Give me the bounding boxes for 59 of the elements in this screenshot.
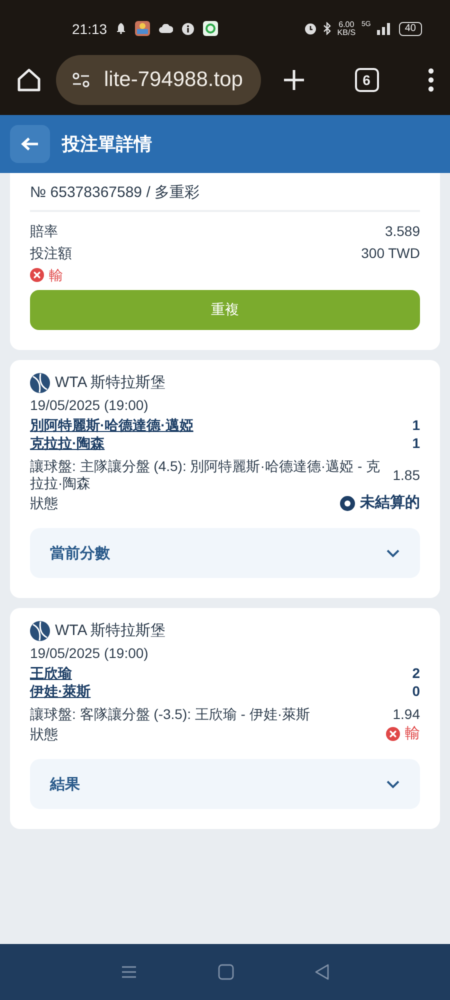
chevron-icon (386, 780, 400, 788)
bet-status: 未結算的 (340, 492, 420, 514)
bet-number: № 65378367589 / 多重彩 (30, 183, 420, 212)
market-description: 讓球盤: 客隊讓分盤 (-3.5): 王欣瑜 - 伊娃·萊斯 (30, 706, 311, 723)
odds-value: 1.94 (392, 706, 420, 723)
detail-value: 300 TWD (361, 244, 420, 263)
bluetooth-icon (323, 22, 332, 35)
home-button-icon[interactable] (218, 964, 234, 980)
status-label: 狀態 (30, 494, 58, 513)
bet-status: 輸 (386, 723, 420, 745)
league-name: WTA 斯特拉斯堡 (55, 621, 166, 641)
detail-label: 賠率 (30, 222, 58, 241)
app-icon (135, 21, 150, 36)
data-speed: 6.00 (338, 20, 354, 28)
info-icon (182, 22, 194, 34)
more-icon[interactable] (428, 68, 434, 92)
team-score: 0 (412, 682, 420, 700)
new-tab-icon[interactable] (283, 69, 305, 91)
error-icon (30, 268, 44, 282)
signal-icon (376, 22, 393, 34)
bell-icon (116, 23, 126, 34)
league-name: WTA 斯特拉斯堡 (55, 373, 166, 393)
score-expander[interactable]: 結果 (30, 759, 420, 809)
event-date: 19/05/2025 (19:00) (30, 396, 148, 415)
back-icon (21, 137, 39, 151)
back-button[interactable] (10, 125, 50, 163)
team-link[interactable]: 伊娃·萊斯 (30, 682, 91, 700)
menu-icon[interactable] (120, 965, 137, 979)
team-score: 1 (412, 434, 420, 452)
cloud-icon (159, 24, 174, 33)
tennis-ball-icon (30, 373, 50, 393)
back-nav-icon[interactable] (315, 964, 330, 980)
alarm-icon (304, 22, 318, 35)
market-description: 讓球盤: 主隊讓分盤 (4.5): 別阿特麗斯·哈德達德·邁婭 - 克拉拉·陶森 (30, 458, 381, 492)
speed-unit: KB/S (337, 28, 356, 36)
score-expander[interactable]: 當前分數 (30, 528, 420, 578)
error-icon (386, 727, 400, 741)
result-status: 輸 (30, 264, 63, 286)
pending-icon (340, 496, 355, 510)
team-score: 2 (412, 664, 420, 682)
site-settings-icon (72, 72, 90, 88)
status-label: 狀態 (30, 725, 58, 744)
tab-count-button[interactable]: 6 (354, 68, 378, 92)
team-link[interactable]: 別阿特麗斯·哈德達德·邁婭 (30, 416, 194, 434)
home-icon[interactable] (16, 67, 42, 93)
team-link[interactable]: 王欣瑜 (30, 664, 72, 682)
detail-value: 3.589 (384, 222, 420, 241)
detail-label: 投注額 (30, 244, 72, 263)
chevron-icon (386, 548, 400, 558)
team-score: 1 (412, 416, 420, 434)
odds-value: 1.85 (392, 466, 420, 484)
team-link[interactable]: 克拉拉·陶森 (30, 434, 105, 452)
app-icon (203, 21, 218, 36)
page-title: 投注單詳情 (62, 133, 152, 156)
tennis-ball-icon (30, 621, 50, 641)
clock-time: 21:13 (72, 20, 108, 36)
event-date: 19/05/2025 (19:00) (30, 644, 148, 663)
battery-level: 40 (398, 22, 422, 36)
address-bar[interactable]: lite-794988.top (56, 55, 261, 105)
